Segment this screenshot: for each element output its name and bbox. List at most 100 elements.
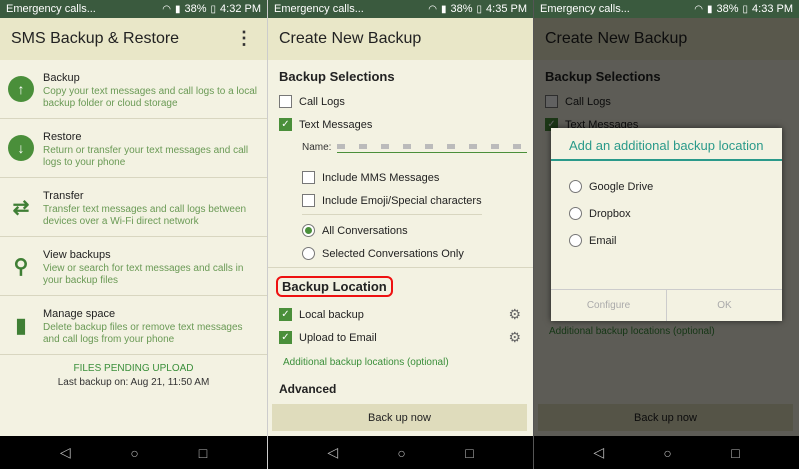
checkbox-unchecked[interactable] (279, 95, 292, 108)
nav-bar: ◁ ○ □ (268, 436, 533, 469)
email-option[interactable]: Email (569, 227, 782, 254)
download-icon: ↓ (8, 135, 34, 161)
menu-item-restore[interactable]: ↓ Restore Return or transfer your text m… (0, 119, 267, 178)
upload-email-checkbox[interactable]: ✓ Upload to Email ⚙ (279, 326, 533, 349)
backup-form: Backup Selections Call Logs ✓ Text Messa… (268, 69, 533, 396)
nav-bar: ◁ ○ □ (0, 436, 267, 469)
home-icon[interactable]: ○ (130, 445, 138, 461)
menu-item-manage-space[interactable]: ▮ Manage space Delete backup files or re… (0, 296, 267, 355)
back-icon[interactable]: ◁ (327, 444, 338, 461)
menu-item-view-backups[interactable]: ⚲ View backups View or search for text m… (0, 237, 267, 296)
search-icon: ⚲ (13, 255, 29, 278)
back-icon[interactable]: ◁ (60, 444, 71, 461)
menu-item-title: View backups (43, 249, 111, 261)
divider (302, 214, 482, 215)
time-text: 4:32 PM (220, 3, 261, 15)
back-up-now-button[interactable]: Back up now (272, 404, 527, 431)
checkbox-unchecked[interactable] (302, 194, 315, 207)
option-label: Email (589, 234, 617, 247)
radio-unselected[interactable] (569, 207, 582, 220)
upload-icon: ↑ (8, 76, 34, 102)
time-text: 4:35 PM (486, 3, 527, 15)
gear-icon[interactable]: ⚙ (508, 329, 521, 346)
advanced-title: Advanced (279, 382, 337, 396)
checkbox-label: Local backup (299, 308, 364, 321)
battery-text: 38% (450, 3, 473, 15)
radio-unselected[interactable] (569, 180, 582, 193)
dropbox-option[interactable]: Dropbox (569, 200, 782, 227)
radio-label: Selected Conversations Only (322, 247, 464, 260)
checkbox-unchecked[interactable] (302, 171, 315, 184)
radio-selected[interactable] (302, 224, 315, 237)
option-label: Google Drive (589, 180, 654, 193)
home-icon[interactable]: ○ (663, 445, 671, 461)
radio-unselected[interactable] (569, 234, 582, 247)
wifi-icon: ◠ (428, 3, 437, 15)
nav-bar: ◁ ○ □ (534, 436, 799, 469)
trash-icon: ▮ (15, 314, 27, 337)
menu-item-backup[interactable]: ↑ Backup Copy your text messages and cal… (0, 60, 267, 119)
wifi-icon: ◠ (162, 3, 171, 15)
battery-text: 38% (184, 3, 207, 15)
recents-icon[interactable]: □ (199, 445, 207, 461)
name-input[interactable] (337, 141, 528, 153)
status-bar: Emergency calls... ◠ ▮ 38% ▯ 4:32 PM (0, 0, 267, 18)
create-backup-dialog-screen: Emergency calls... ◠ ▮ 38% ▯ 4:33 PM Cre… (533, 0, 799, 469)
include-mms-checkbox[interactable]: Include MMS Messages (302, 166, 533, 189)
add-location-dialog: Add an additional backup location Google… (551, 128, 782, 321)
menu-item-title: Backup (43, 72, 80, 84)
battery-text: 38% (716, 3, 739, 15)
menu-item-desc: Copy your text messages and call logs to… (43, 86, 257, 109)
battery-icon: ▯ (742, 3, 749, 15)
divider (268, 267, 533, 268)
recents-icon[interactable]: □ (731, 445, 739, 461)
option-label: Dropbox (589, 207, 631, 220)
dialog-title: Add an additional backup location (551, 128, 782, 161)
radio-unselected[interactable] (302, 247, 315, 260)
signal-icon: ▮ (706, 3, 713, 15)
checkbox-checked[interactable]: ✓ (279, 331, 292, 344)
battery-icon: ▯ (210, 3, 217, 15)
home-icon[interactable]: ○ (397, 445, 405, 461)
menu-item-title: Restore (43, 131, 82, 143)
checkbox-label: Upload to Email (299, 331, 377, 344)
signal-icon: ▮ (174, 3, 181, 15)
recents-icon[interactable]: □ (465, 445, 473, 461)
create-backup-screen: Emergency calls... ◠ ▮ 38% ▯ 4:35 PM Cre… (267, 0, 533, 469)
app-bar: SMS Backup & Restore ⋮ (0, 18, 267, 60)
radio-label: All Conversations (322, 224, 408, 237)
back-icon[interactable]: ◁ (593, 444, 604, 461)
configure-button[interactable]: Configure (551, 290, 667, 321)
menu-item-title: Manage space (43, 308, 116, 320)
checkbox-checked[interactable]: ✓ (279, 308, 292, 321)
ok-button[interactable]: OK (667, 290, 782, 321)
menu-item-title: Transfer (43, 190, 84, 202)
all-conversations-radio[interactable]: All Conversations (302, 219, 533, 242)
app-title: SMS Backup & Restore (11, 30, 180, 47)
signal-icon: ▮ (440, 3, 447, 15)
dialog-buttons: Configure OK (551, 289, 782, 321)
additional-locations-link[interactable]: Additional backup locations (optional) (283, 357, 533, 368)
menu-item-desc: Return or transfer your text messages an… (43, 145, 249, 168)
gear-icon[interactable]: ⚙ (508, 306, 521, 323)
name-field-row: Name: (302, 136, 533, 158)
selected-conversations-radio[interactable]: Selected Conversations Only (302, 242, 533, 265)
status-bar: Emergency calls... ◠ ▮ 38% ▯ 4:33 PM (534, 0, 799, 18)
pending-upload-link[interactable]: FILES PENDING UPLOAD (0, 363, 267, 374)
app-bar: Create New Backup (268, 18, 533, 60)
text-messages-checkbox[interactable]: ✓ Text Messages (279, 113, 533, 136)
carrier-text: Emergency calls... (6, 3, 96, 15)
include-emoji-checkbox[interactable]: Include Emoji/Special characters (302, 189, 533, 212)
menu-list: ↑ Backup Copy your text messages and cal… (0, 60, 267, 388)
call-logs-checkbox[interactable]: Call Logs (279, 90, 533, 113)
google-drive-option[interactable]: Google Drive (569, 173, 782, 200)
more-menu-icon[interactable]: ⋮ (235, 28, 253, 49)
checkbox-checked[interactable]: ✓ (279, 118, 292, 131)
screen-title: Create New Backup (279, 30, 422, 47)
battery-icon: ▯ (476, 3, 483, 15)
menu-item-transfer[interactable]: ⇄ Transfer Transfer text messages and ca… (0, 178, 267, 237)
checkbox-label: Call Logs (299, 95, 345, 108)
carrier-text: Emergency calls... (274, 3, 364, 15)
status-bar: Emergency calls... ◠ ▮ 38% ▯ 4:35 PM (268, 0, 533, 18)
local-backup-checkbox[interactable]: ✓ Local backup ⚙ (279, 303, 533, 326)
